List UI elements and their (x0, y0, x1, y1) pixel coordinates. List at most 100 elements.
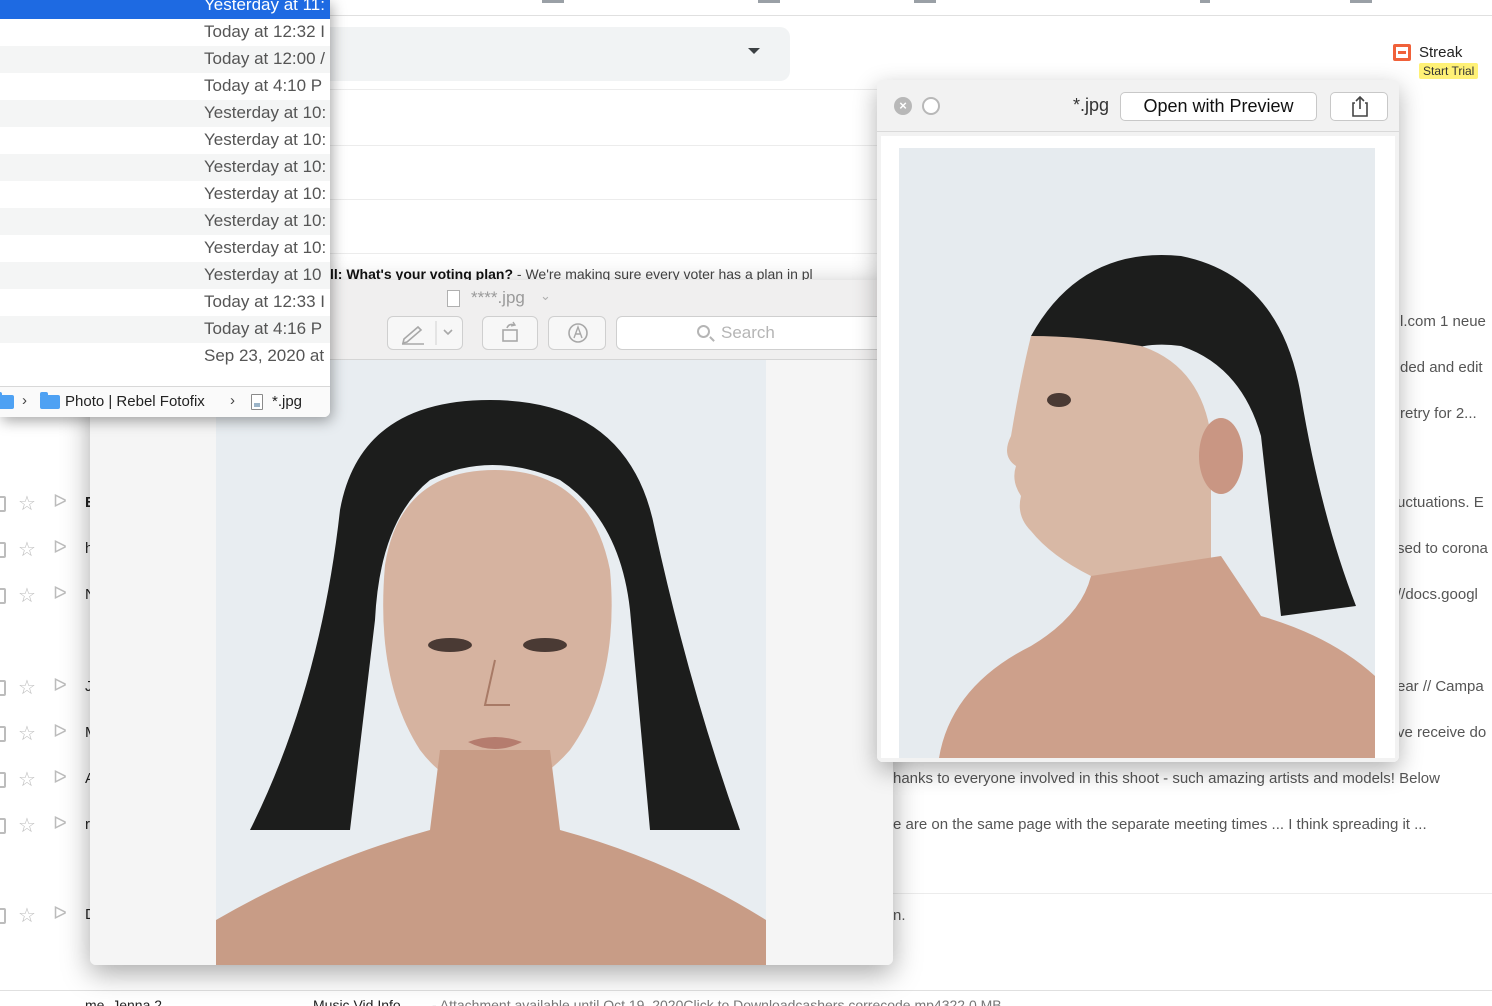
star-icon[interactable]: ☆ (18, 583, 36, 608)
star-icon[interactable]: ☆ (18, 903, 36, 928)
divider (330, 199, 890, 200)
date-modified: Today at 12:33 I (204, 292, 325, 311)
start-trial-badge[interactable]: Start Trial (1419, 63, 1479, 79)
rotate-button[interactable] (482, 316, 538, 350)
photo-portrait-profile (899, 148, 1375, 758)
file-row[interactable]: Today at 12:00 / (0, 46, 330, 73)
date-modified: Sep 23, 2020 at (204, 346, 325, 365)
fullscreen-icon[interactable] (922, 97, 940, 115)
jpg-file-icon (251, 394, 263, 410)
preview-search-input[interactable]: Search (616, 316, 893, 350)
streak-name: Streak (1419, 44, 1463, 61)
date-modified: Today at 12:32 I (204, 22, 325, 41)
email-row[interactable]: me, Jenna 2 Music Vid Info - Attachment … (0, 990, 1492, 1006)
pen-icon (401, 321, 453, 345)
row-checkbox[interactable] (0, 496, 6, 512)
email-snippet: uctuations. E (1397, 494, 1484, 511)
path-file-name[interactable]: *.jpg (272, 393, 302, 410)
file-row[interactable]: Yesterday at 10: (0, 100, 330, 127)
important-marker-icon[interactable]: ᐅ (53, 721, 67, 742)
file-row[interactable]: Yesterday at 10: (0, 235, 330, 262)
date-modified: Yesterday at 10: (204, 238, 327, 257)
chevron-down-icon[interactable]: ⌄ (540, 288, 551, 304)
share-icon (1352, 95, 1368, 117)
important-marker-icon[interactable]: ᐅ (53, 675, 67, 696)
file-row[interactable]: Yesterday at 10: (0, 154, 330, 181)
photo-portrait-front (216, 360, 766, 965)
row-checkbox[interactable] (0, 588, 6, 604)
row-checkbox[interactable] (0, 726, 6, 742)
markup-pen-button[interactable] (387, 316, 463, 350)
search-placeholder: Search (721, 323, 775, 342)
email-snippet: n. (893, 907, 906, 924)
quicklook-titlebar: × *.jpg Open with Preview (877, 80, 1399, 132)
quicklook-window: × *.jpg Open with Preview (877, 80, 1399, 762)
star-icon[interactable]: ☆ (18, 721, 36, 746)
star-icon[interactable]: ☆ (18, 537, 36, 562)
divider (330, 145, 890, 146)
file-row[interactable]: Sep 23, 2020 at (0, 343, 330, 370)
file-row[interactable]: Today at 12:32 I (0, 19, 330, 46)
important-marker-icon[interactable]: ᐅ (53, 903, 67, 924)
star-icon[interactable]: ☆ (18, 491, 36, 516)
jpg-file-icon (447, 290, 460, 307)
path-chevron-icon: › (22, 392, 27, 409)
file-row[interactable]: Yesterday at 10: (0, 208, 330, 235)
row-checkbox[interactable] (0, 772, 6, 788)
preview-image-canvas (90, 360, 893, 965)
finder-window: Yesterday at 11: Today at 12:32 I Today … (0, 0, 330, 417)
email-snippet: ve receive do (1397, 724, 1487, 741)
toolbar-icon[interactable] (758, 0, 780, 3)
email-snippet: hanks to everyone involved in this shoot… (893, 770, 1440, 787)
open-with-preview-button[interactable]: Open with Preview (1120, 92, 1317, 121)
rotate-icon (502, 321, 518, 342)
folder-icon[interactable] (0, 392, 14, 409)
toolbar-icon[interactable] (914, 0, 936, 3)
preview-filename[interactable]: ****.jpg (471, 288, 525, 308)
path-folder-name[interactable]: Photo | Rebel Fotofix (65, 393, 205, 410)
gmail-top-toolbar (330, 0, 1492, 16)
share-button[interactable] (1330, 92, 1388, 121)
row-checkbox[interactable] (0, 818, 6, 834)
date-modified: Today at 4:16 P (204, 319, 323, 338)
email-snippet: retry for 2... (1400, 405, 1477, 422)
path-chevron-icon: › (230, 392, 235, 409)
important-marker-icon[interactable]: ᐅ (53, 813, 67, 834)
toolbar-icon[interactable] (1200, 0, 1210, 3)
divider (330, 89, 890, 90)
date-modified: Yesterday at 10: (204, 184, 327, 203)
file-row[interactable]: Today at 4:10 P (0, 73, 330, 100)
close-icon[interactable]: × (894, 97, 912, 115)
email-snippet: l.com 1 neue (1400, 313, 1486, 330)
quicklook-image-frame (877, 132, 1399, 762)
streak-widget[interactable]: Streak Start Trial (1393, 42, 1492, 82)
email-snippet: ded and edit (1400, 359, 1483, 376)
gmail-search-bar[interactable] (330, 27, 790, 81)
file-row[interactable]: Today at 12:33 I (0, 289, 330, 316)
folder-icon (40, 392, 60, 409)
important-marker-icon[interactable]: ᐅ (53, 583, 67, 604)
file-row[interactable]: Yesterday at 11: (0, 0, 330, 19)
toolbar-icon[interactable] (1350, 0, 1372, 3)
file-row[interactable]: Yesterday at 10: (0, 127, 330, 154)
row-checkbox[interactable] (0, 908, 6, 924)
search-options-caret-icon[interactable] (748, 48, 760, 54)
row-checkbox[interactable] (0, 680, 6, 696)
date-modified: Today at 12:00 / (204, 49, 325, 68)
important-marker-icon[interactable]: ᐅ (53, 537, 67, 558)
star-icon[interactable]: ☆ (18, 675, 36, 700)
file-row[interactable]: Yesterday at 10 (0, 262, 330, 289)
date-modified: Yesterday at 10: (204, 157, 327, 176)
divider (330, 253, 890, 254)
important-marker-icon[interactable]: ᐅ (53, 767, 67, 788)
row-checkbox[interactable] (0, 542, 6, 558)
email-snippet: - Attachment available until Oct 19, 202… (432, 997, 1002, 1006)
email-subject: Music Vid Info (313, 997, 401, 1006)
toolbar-icon[interactable] (542, 0, 564, 3)
file-row[interactable]: Today at 4:16 P (0, 316, 330, 343)
important-marker-icon[interactable]: ᐅ (53, 491, 67, 512)
star-icon[interactable]: ☆ (18, 813, 36, 838)
annotate-button[interactable] (548, 316, 606, 350)
star-icon[interactable]: ☆ (18, 767, 36, 792)
file-row[interactable]: Yesterday at 10: (0, 181, 330, 208)
